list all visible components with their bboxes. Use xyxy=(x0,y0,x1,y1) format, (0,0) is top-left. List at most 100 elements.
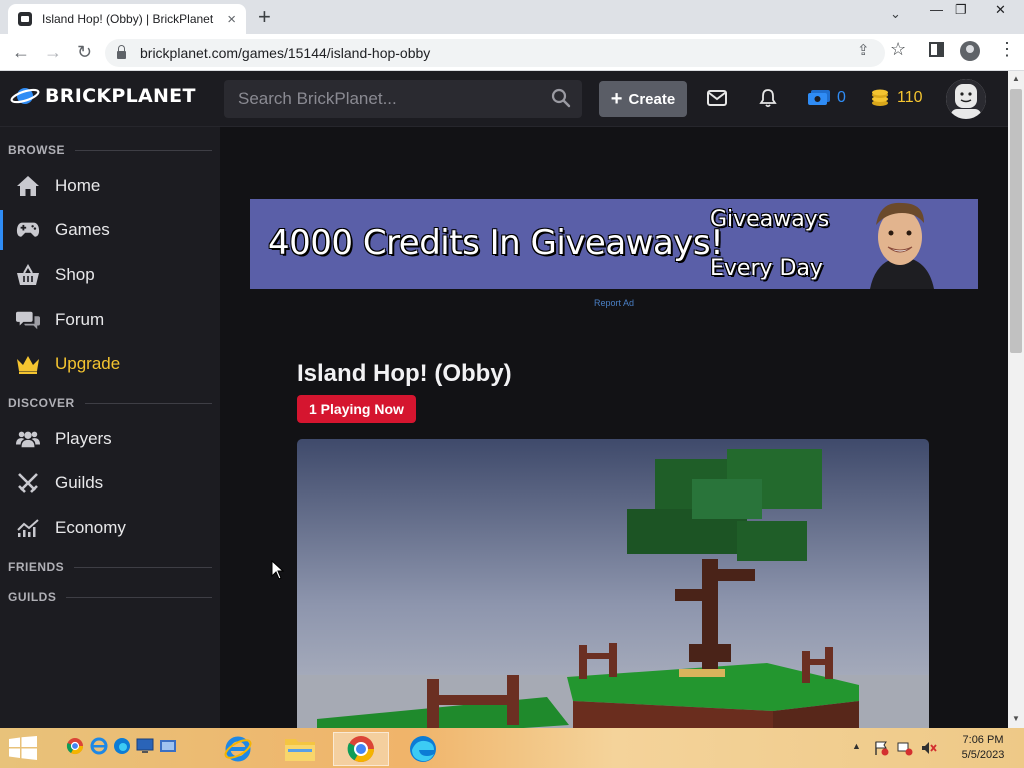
section-guilds[interactable]: GUILDS xyxy=(8,590,212,604)
section-label: DISCOVER xyxy=(8,396,75,410)
side-panel-icon[interactable] xyxy=(929,42,944,62)
page-scrollbar[interactable]: ▲ ▼ xyxy=(1008,71,1024,728)
planet-logo-icon xyxy=(10,88,40,104)
sidebar-item-label: Shop xyxy=(55,265,95,284)
sidebar-item-economy[interactable]: Economy xyxy=(0,508,220,548)
network-icon[interactable] xyxy=(897,740,913,756)
url-text: brickplanet.com/games/15144/island-hop-o… xyxy=(140,45,431,61)
folder-icon xyxy=(285,739,315,761)
notifications-bell-icon[interactable] xyxy=(758,88,778,108)
credits-balance[interactable]: 110 xyxy=(870,89,923,107)
taskbar-edge[interactable] xyxy=(395,732,451,766)
divider xyxy=(84,402,212,404)
sidebar-item-players[interactable]: Players xyxy=(0,419,220,459)
scroll-down-icon[interactable]: ▼ xyxy=(1012,714,1020,723)
game-thumbnail[interactable] xyxy=(297,439,929,728)
browser-toolbar: ← → ↻ brickplanet.com/games/15144/island… xyxy=(0,34,1024,71)
tray-clock[interactable]: 7:06 PM 5/5/2023 xyxy=(952,733,1014,763)
logo-text: BRICKPLANET xyxy=(45,85,196,107)
bucks-balance[interactable]: 0 xyxy=(808,89,846,107)
reload-button[interactable]: ↻ xyxy=(77,41,92,63)
banner-person-image xyxy=(850,199,978,289)
share-icon[interactable]: ⇪ xyxy=(857,41,870,59)
coins-icon xyxy=(872,89,888,106)
browser-tab-bar: Island Hop! (Obby) | BrickPlanet × + ⌄ —… xyxy=(0,0,1024,34)
edge-quicklaunch-icon[interactable] xyxy=(113,737,131,755)
sidebar-item-games[interactable]: Games xyxy=(0,210,220,250)
sidebar-item-guilds[interactable]: Guilds xyxy=(0,463,220,503)
section-friends[interactable]: FRIENDS xyxy=(8,560,212,574)
sidebar-item-home[interactable]: Home xyxy=(0,166,220,206)
main-content: 4000 Credits In Giveaways! Giveaways Eve… xyxy=(220,127,1008,728)
create-button[interactable]: + Create xyxy=(599,81,687,117)
gamepad-icon xyxy=(16,218,40,242)
tab-close-icon[interactable]: × xyxy=(227,12,236,27)
divider xyxy=(74,566,212,568)
avatar-face-icon xyxy=(946,79,986,119)
create-label: Create xyxy=(628,90,676,108)
brickplanet-logo[interactable]: BRICKPLANET xyxy=(10,85,196,107)
search-box[interactable] xyxy=(224,80,582,118)
new-tab-button[interactable]: + xyxy=(258,5,271,29)
sidebar-item-label: Economy xyxy=(55,518,126,537)
action-center-flag-icon[interactable] xyxy=(873,740,889,756)
playing-now-badge: 1 Playing Now xyxy=(297,395,416,423)
sidebar-item-label: Home xyxy=(55,176,101,195)
tray-expand-icon[interactable]: ▲ xyxy=(852,741,861,751)
swords-icon xyxy=(16,471,40,495)
taskbar-file-explorer[interactable] xyxy=(272,732,328,766)
divider xyxy=(75,149,212,151)
credits-amount: 110 xyxy=(897,89,923,106)
search-icon[interactable] xyxy=(551,88,571,108)
chrome-quicklaunch-icon[interactable] xyxy=(66,737,84,755)
plus-icon: + xyxy=(610,88,623,110)
crown-icon xyxy=(16,352,40,376)
sidebar-item-forum[interactable]: Forum xyxy=(0,300,220,340)
ad-banner[interactable]: 4000 Credits In Giveaways! Giveaways Eve… xyxy=(250,199,978,289)
restore-button[interactable]: ❐ xyxy=(955,2,967,18)
clock-date: 5/5/2023 xyxy=(961,749,1005,761)
user-avatar[interactable] xyxy=(946,79,986,119)
game-title: Island Hop! (Obby) xyxy=(297,360,512,387)
sidebar-item-label: Games xyxy=(55,220,110,239)
game-scene-image xyxy=(297,439,929,728)
section-label: FRIENDS xyxy=(8,560,65,574)
search-input[interactable] xyxy=(238,89,538,109)
sidebar-item-label: Forum xyxy=(55,310,105,329)
sidebar-item-label: Players xyxy=(55,429,112,448)
brickplanet-favicon-icon xyxy=(18,12,32,26)
sidebar-item-shop[interactable]: Shop xyxy=(0,255,220,295)
tab-title: Island Hop! (Obby) | BrickPlanet xyxy=(42,12,214,26)
explorer-quicklaunch-icon[interactable] xyxy=(159,737,177,755)
browser-menu-icon[interactable]: ⋮ xyxy=(998,39,1016,60)
sidebar-item-upgrade[interactable]: Upgrade xyxy=(0,344,220,384)
edge-icon xyxy=(410,736,436,762)
minimize-button[interactable]: — xyxy=(930,2,943,17)
taskbar-ie[interactable] xyxy=(210,732,266,766)
address-bar[interactable]: brickplanet.com/games/15144/island-hop-o… xyxy=(105,39,885,67)
browser-tab[interactable]: Island Hop! (Obby) | BrickPlanet × xyxy=(8,4,246,34)
bookmark-star-icon[interactable]: ☆ xyxy=(890,39,906,60)
forward-button[interactable]: → xyxy=(44,41,62,63)
ie-quicklaunch-icon[interactable] xyxy=(90,737,108,755)
messages-envelope-icon[interactable] xyxy=(707,90,727,106)
bucks-icon xyxy=(808,90,830,105)
profile-icon[interactable] xyxy=(960,41,980,61)
users-icon xyxy=(16,427,40,451)
basket-icon xyxy=(16,263,40,287)
bucks-amount: 0 xyxy=(837,89,846,106)
volume-muted-icon[interactable] xyxy=(921,740,937,756)
section-label: BROWSE xyxy=(8,143,65,157)
chrome-icon xyxy=(347,736,375,763)
tab-search-icon[interactable]: ⌄ xyxy=(890,6,901,22)
desktop-quicklaunch-icon[interactable] xyxy=(136,737,154,755)
banner-line-2: Every Day xyxy=(710,256,823,281)
back-button[interactable]: ← xyxy=(12,41,30,63)
taskbar-chrome[interactable] xyxy=(333,732,389,766)
scrollbar-thumb[interactable] xyxy=(1010,89,1022,353)
report-ad-link[interactable]: Report Ad xyxy=(594,298,634,308)
scroll-up-icon[interactable]: ▲ xyxy=(1012,74,1020,83)
windows-start-icon[interactable] xyxy=(9,736,37,760)
chart-icon xyxy=(16,516,40,540)
close-window-button[interactable]: ✕ xyxy=(995,2,1006,18)
